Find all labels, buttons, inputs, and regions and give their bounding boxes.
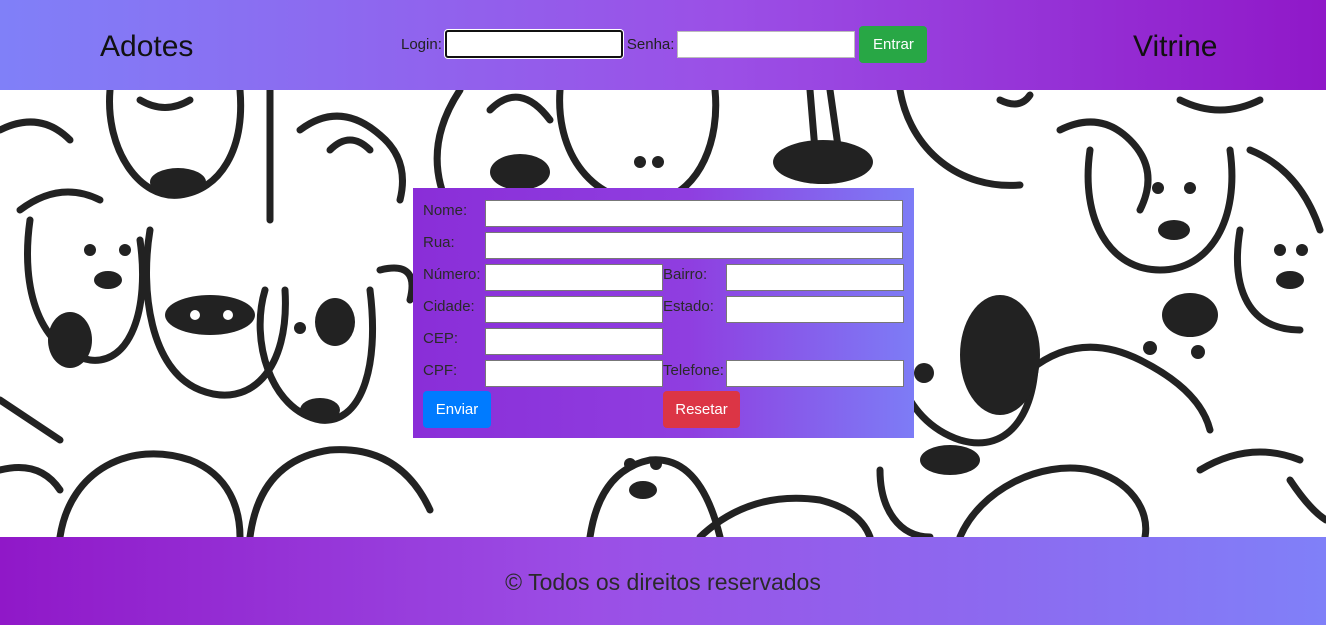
site-header: Adotes Login: Senha: Entrar Vitrine xyxy=(0,0,1326,90)
password-label: Senha: xyxy=(626,35,675,53)
numero-input[interactable] xyxy=(485,264,663,291)
rua-label: Rua: xyxy=(423,234,455,251)
cep-input[interactable] xyxy=(485,328,663,355)
numero-label: Número: xyxy=(423,266,481,283)
login-input[interactable] xyxy=(444,30,623,58)
bairro-label: Bairro: xyxy=(663,266,708,283)
telefone-label: Telefone: xyxy=(663,362,724,379)
cidade-label: Cidade: xyxy=(423,298,475,315)
nome-input[interactable] xyxy=(485,200,903,227)
showcase-link[interactable]: Vitrine xyxy=(1133,29,1218,65)
login-label: Login: xyxy=(401,35,442,53)
telefone-input[interactable] xyxy=(726,360,904,387)
reset-button[interactable]: Resetar xyxy=(663,391,740,428)
login-form: Login: Senha: Entrar xyxy=(401,25,928,63)
adoption-form: Nome: Rua: Número: Bairro: Cidade: Estad… xyxy=(413,188,914,438)
bairro-input[interactable] xyxy=(726,264,904,291)
submit-button[interactable]: Enviar xyxy=(423,391,491,428)
estado-label: Estado: xyxy=(663,298,714,315)
cpf-label: CPF: xyxy=(423,362,458,379)
copyright-text: © Todos os direitos reservados xyxy=(505,569,821,595)
brand-logo[interactable]: Adotes xyxy=(100,29,193,65)
estado-input[interactable] xyxy=(726,296,904,323)
cpf-input[interactable] xyxy=(485,360,663,387)
rua-input[interactable] xyxy=(485,232,903,259)
enter-button[interactable]: Entrar xyxy=(859,25,928,63)
dog-doodle-background: Nome: Rua: Número: Bairro: Cidade: Estad… xyxy=(0,90,1326,537)
nome-label: Nome: xyxy=(423,202,468,219)
password-input[interactable] xyxy=(677,30,856,58)
cep-label: CEP: xyxy=(423,330,459,347)
site-footer: © Todos os direitos reservados xyxy=(0,537,1326,625)
cidade-input[interactable] xyxy=(485,296,663,323)
